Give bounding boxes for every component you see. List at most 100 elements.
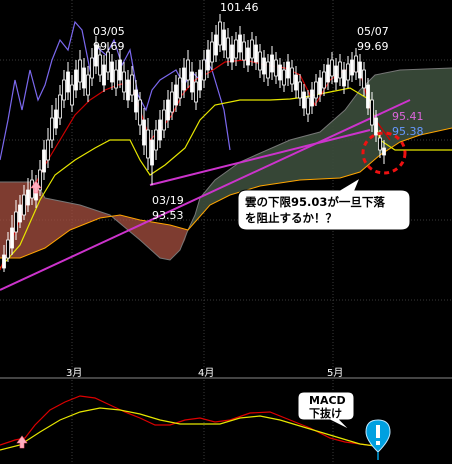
candle-body [306,97,310,115]
candle-body [190,71,194,93]
candle-body [334,65,338,83]
label-0319-date: 03/19 [152,194,184,207]
candle-body [250,39,254,59]
label-0507-price: 99.69 [357,40,389,53]
candle-body [178,77,182,99]
candle-body [318,77,322,95]
candle-body [290,67,294,85]
candle-body [234,39,238,59]
candle-body [50,117,54,141]
candle-body [230,44,234,63]
candle-body [342,69,346,87]
candle-body [354,55,358,73]
candle-body [242,41,246,61]
candle-body [274,59,278,77]
candle-body [198,69,202,91]
label-0305-price: 99.69 [93,40,125,53]
candle-body [266,61,270,79]
stock-chart: 03/05 99.69 101.46 05/07 99.69 03/19 93.… [0,0,452,464]
candle-body [22,194,26,216]
candle-body [246,47,250,66]
candle-body [206,49,210,71]
candle-body [174,84,178,106]
candle-body [254,44,258,63]
candle-body [314,81,318,99]
candle-body [26,189,30,206]
candle-body [58,94,62,119]
candle-body [18,204,22,223]
candle-body [30,179,34,199]
candle-body [66,71,70,93]
candle-body [2,254,6,269]
candle-body [170,91,174,113]
candle-body [110,61,114,83]
candle-body [42,149,46,173]
candle-body [162,109,166,131]
candle-body [150,139,154,166]
candle-body [210,41,214,63]
candle-body [130,74,134,96]
candle-body [298,81,302,99]
candle-body [326,64,330,83]
candle-body [270,54,274,73]
candle-body [62,79,66,101]
candle-body [282,69,286,86]
candle-body [362,69,366,89]
candle-body [346,63,350,81]
candle-body [238,34,242,53]
candle-body [258,51,262,71]
label-0305-date: 03/05 [93,25,125,38]
candle-body [222,29,226,51]
candle-body [122,71,126,93]
candle-body [214,34,218,56]
candle-body [218,21,222,46]
candle-body [366,84,370,109]
candle-body [338,61,342,79]
candle-body [126,79,130,101]
candle-body [78,59,82,83]
candle-body [134,89,138,113]
candle-body [294,74,298,91]
candle-body [382,147,386,156]
comment-line-2: を阻止するか！？ [245,211,337,225]
candle-body [102,64,106,86]
candle-body [90,57,94,79]
candle-body [194,81,198,103]
label-0319-price: 93.53 [152,209,184,222]
candle-body [6,239,10,259]
comment-line-1: 雲の下限95.03が一旦下落 [245,195,385,209]
candle-body [10,227,14,249]
candle-body [138,99,142,126]
candle-body [46,139,50,161]
candle-body [142,119,146,146]
candle-body [286,61,290,79]
candle-body [166,99,170,121]
candle-body [374,117,378,136]
candle-body [54,109,58,129]
macd-comment-line-2: 下抜け [309,406,342,420]
label-peak-price: 101.46 [220,1,259,14]
candle-body [186,59,190,81]
candle-body [74,69,78,91]
candle-body [146,129,150,159]
candle-body [82,67,86,89]
candle-body [278,64,282,81]
candle-body [226,37,230,59]
candle-body [98,54,102,76]
label-0507-date: 05/07 [357,25,389,38]
candle-body [330,59,334,77]
macd-comment-line-1: MACD [309,394,346,407]
tick-label-march: 3月 [66,367,82,379]
candle-body [86,74,90,96]
candle-body [106,51,110,73]
candle-body [310,89,314,107]
tick-label-april: 4月 [198,367,214,379]
candle-body [70,84,74,106]
candle-body [350,59,354,76]
candle-body [14,211,18,233]
tick-label-may: 5月 [327,367,343,379]
candle-body [182,67,186,91]
candle-body [302,91,306,109]
candle-body [118,59,122,81]
label-cloud-upper: 95.41 [392,110,424,123]
